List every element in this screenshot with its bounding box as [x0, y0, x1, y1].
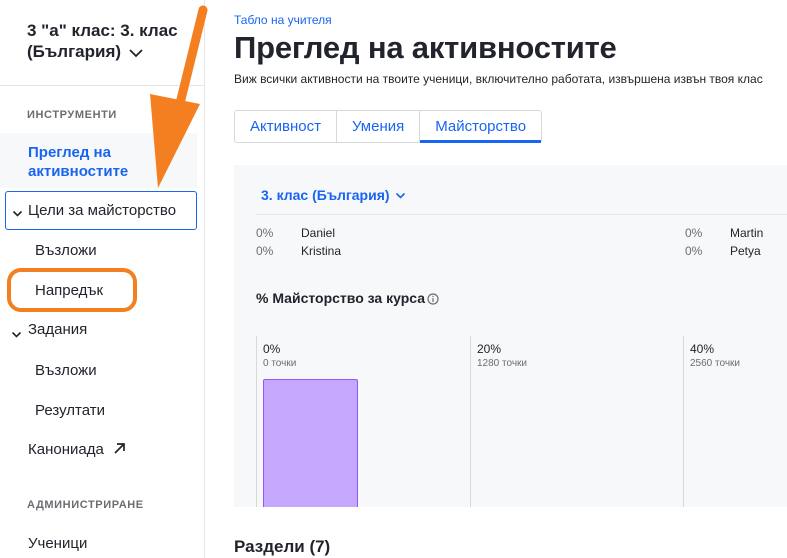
- info-icon[interactable]: [427, 292, 439, 310]
- sidebar-item-mastery-assign[interactable]: Възложи: [35, 242, 97, 259]
- sections-title: Раздели (7): [234, 537, 331, 556]
- chevron-down-icon: [393, 187, 406, 203]
- chart-col-points: 0 точки: [263, 358, 297, 369]
- student-pct: 0%: [685, 226, 703, 240]
- panel-class-label: 3. клас (България): [261, 187, 390, 203]
- breadcrumb[interactable]: Табло на учителя: [234, 13, 332, 27]
- sidebar-item-activity-overview-label: Преглед на активностите: [28, 144, 129, 180]
- mastery-bar[interactable]: [263, 379, 358, 507]
- sidebar-item-students[interactable]: Ученици: [28, 535, 87, 552]
- external-link-icon: [113, 442, 126, 459]
- class-title: 3 "а" клас: 3. клас (България): [27, 21, 178, 61]
- student-pct: 0%: [256, 244, 274, 258]
- sidebar-section-tools: ИНСТРУМЕНТИ: [27, 109, 117, 121]
- student-row[interactable]: 0% Daniel: [256, 226, 335, 240]
- tab-mastery[interactable]: Майсторство: [420, 111, 541, 143]
- sidebar: 3 "а" клас: 3. клас (България) ИНСТРУМЕН…: [0, 0, 205, 558]
- chart-col-points: 2560 точки: [690, 358, 741, 369]
- panel-divider: [256, 214, 787, 215]
- chevron-down-icon: [128, 42, 144, 63]
- student-row[interactable]: 0% Martin: [685, 226, 763, 240]
- chart-gridline: [470, 336, 471, 507]
- student-name: Petya: [730, 244, 761, 258]
- student-pct: 0%: [685, 244, 703, 258]
- panel-class-selector[interactable]: 3. клас (България): [261, 187, 406, 203]
- sidebar-section-admin: АДМИНИСТРИРАНЕ: [27, 499, 144, 511]
- class-selector[interactable]: 3 "а" клас: 3. клас (България): [27, 20, 197, 63]
- sidebar-item-kanoniada[interactable]: Канониада: [28, 441, 126, 459]
- page-subtitle: Виж всички активности на твоите ученици,…: [234, 72, 763, 86]
- chart-gridline: [683, 336, 684, 507]
- student-pct: 0%: [256, 226, 274, 240]
- progress-highlight-annotation: [7, 268, 137, 312]
- mastery-panel: 3. клас (България) 0% Daniel 0% Kristina 0…: [234, 165, 787, 507]
- page-title: Преглед на активностите: [234, 30, 617, 65]
- tab-skills[interactable]: Умения: [337, 111, 421, 142]
- chevron-down-icon: [11, 326, 22, 344]
- student-row[interactable]: 0% Kristina: [256, 244, 341, 258]
- sidebar-item-kanoniada-label: Канониада: [28, 441, 104, 458]
- sidebar-item-mastery-goals-label: Цели за майсторство: [28, 202, 177, 219]
- chevron-down-icon: [12, 205, 23, 223]
- sidebar-item-assignments-assign[interactable]: Възложи: [35, 362, 97, 379]
- student-row[interactable]: 0% Petya: [685, 244, 761, 258]
- chart-col-pct: 20%: [477, 342, 502, 356]
- student-name: Kristina: [301, 244, 342, 258]
- chart-col-pct: 0%: [263, 342, 281, 356]
- sidebar-divider: [0, 85, 205, 86]
- sidebar-item-assignments-results[interactable]: Резултати: [35, 402, 105, 419]
- student-name: Daniel: [301, 226, 336, 240]
- sidebar-item-mastery-goals[interactable]: Цели за майсторство: [5, 191, 197, 230]
- tab-bar: Активност Умения Майсторство: [234, 110, 543, 143]
- chart-col-pct: 40%: [690, 342, 715, 356]
- tab-activity[interactable]: Активност: [235, 111, 337, 142]
- student-name: Martin: [730, 226, 764, 240]
- chart-col-points: 1280 точки: [477, 358, 528, 369]
- sidebar-item-assignments[interactable]: Задания: [28, 321, 87, 338]
- chart-gridline: [256, 336, 257, 507]
- mastery-chart-title: % Майсторство за курса: [256, 290, 425, 306]
